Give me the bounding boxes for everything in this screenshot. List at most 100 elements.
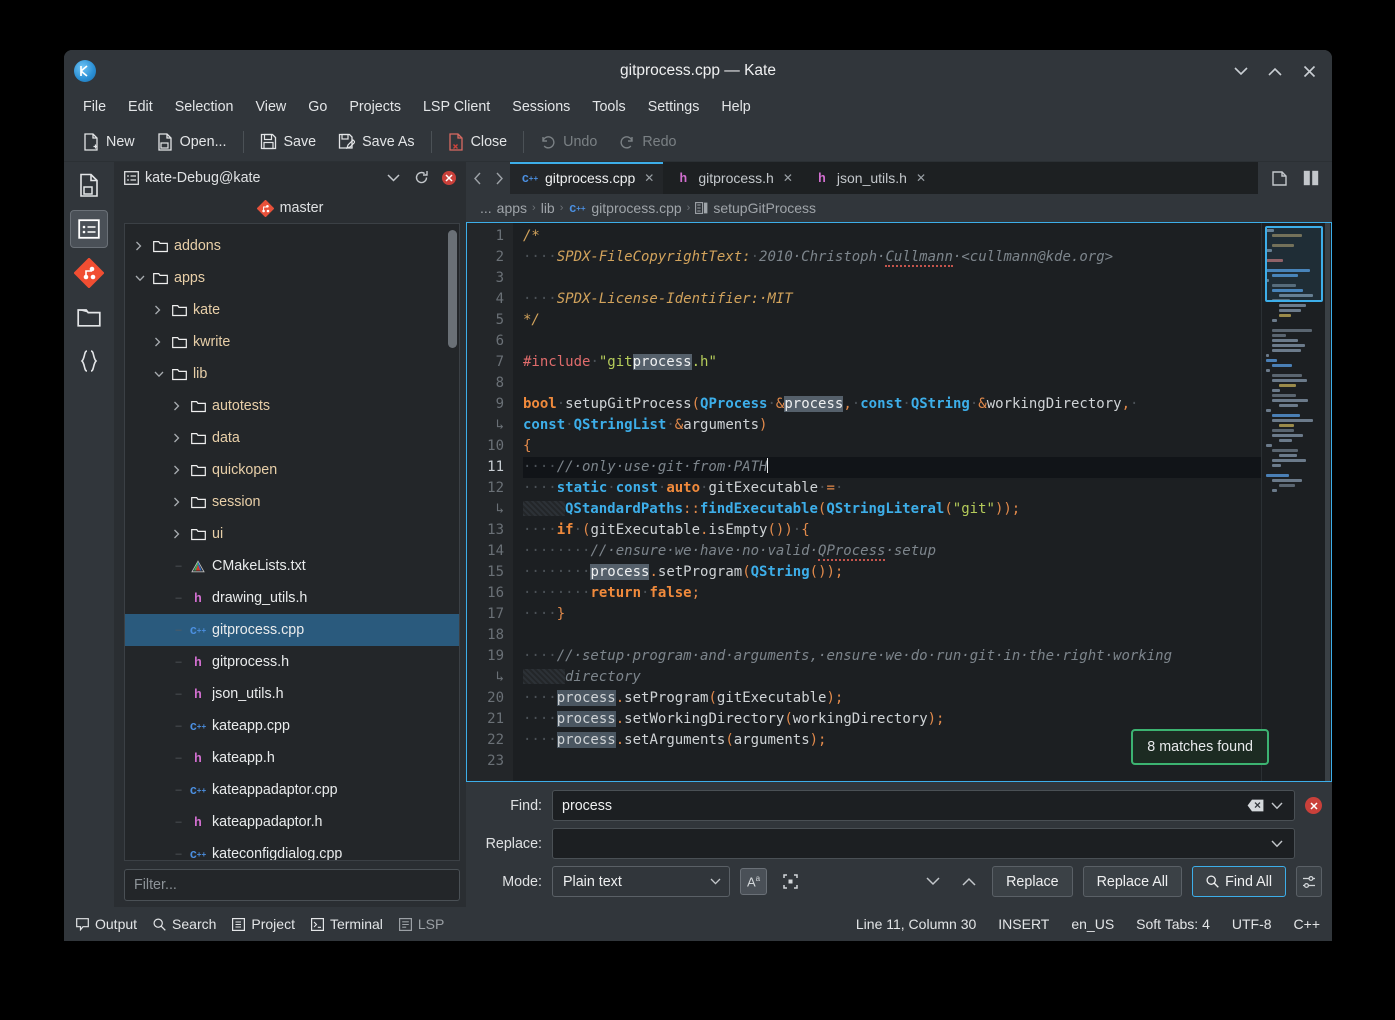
close-button[interactable] [1294,56,1324,86]
save-as-button[interactable]: Save As [327,128,425,155]
code-line[interactable]: const·QStringList·&arguments) [523,415,1261,436]
menu-lsp-client[interactable]: LSP Client [413,95,500,119]
code-line[interactable] [523,331,1261,352]
breadcrumb-item-lib[interactable]: lib [541,200,555,216]
chevron-right-icon[interactable] [173,465,184,475]
symbols-braces-icon[interactable] [70,342,108,380]
split-view-icon[interactable] [1300,167,1322,189]
new-button[interactable]: New [72,128,146,156]
tree-item-session[interactable]: session [125,486,459,518]
code-line[interactable]: ····SPDX-License-Identifier:·MIT [523,289,1261,310]
tree-item-cmakelists-txt[interactable]: – CMakeLists.txt [125,550,459,582]
tab-gitprocess-cpp[interactable]: c ++ gitprocess.cpp ✕ [510,162,664,194]
git-branch-row[interactable]: master [114,194,466,224]
tree-item-data[interactable]: data [125,422,459,454]
breadcrumb-item-apps[interactable]: apps [497,200,527,216]
code-line[interactable]: #include·"gitprocess.h" [523,352,1261,373]
menu-selection[interactable]: Selection [165,95,244,119]
code-line[interactable]: ····SPDX-FileCopyrightText:·2010·Christo… [523,247,1261,268]
tree-item-gitprocess-h[interactable]: – h gitprocess.h [125,646,459,678]
code-line[interactable]: /* [523,226,1261,247]
project-tree[interactable]: addons apps kate kwrite lib autotests data quic… [124,223,460,862]
status-search-button[interactable]: Search [153,916,216,932]
tree-item-ui[interactable]: ui [125,518,459,550]
open-button[interactable]: Open... [146,128,238,156]
chevron-right-icon[interactable] [135,241,146,251]
tab-close-icon[interactable]: ✕ [644,171,654,185]
code-line[interactable] [523,373,1261,394]
chevron-right-icon[interactable] [488,162,510,194]
menu-projects[interactable]: Projects [339,95,411,119]
tree-item-json-utils-h[interactable]: – h json_utils.h [125,678,459,710]
replace-button[interactable]: Replace [992,866,1073,897]
code-line[interactable]: ····static·const·auto·gitExecutable·=· [523,478,1261,499]
breadcrumb-item-symbol[interactable]: setupGitProcess [713,200,816,216]
tree-item-kateappadaptor-h[interactable]: – h kateappadaptor.h [125,806,459,838]
search-in-selection-icon[interactable] [777,868,804,895]
tree-item-gitprocess-cpp[interactable]: – c ++ gitprocess.cpp [125,614,459,647]
minimize-button[interactable] [1226,56,1256,86]
chevron-right-icon[interactable] [173,497,184,507]
documents-icon[interactable] [70,166,108,204]
close-button-toolbar[interactable]: Close [437,128,519,156]
menu-view[interactable]: View [246,95,297,119]
maximize-button[interactable] [1260,56,1290,86]
chevron-right-icon[interactable] [173,401,184,411]
breadcrumb-ellipsis[interactable]: ... [480,200,492,216]
tree-item-kateappadaptor-cpp[interactable]: – c ++ kateappadaptor.cpp [125,774,459,806]
save-button[interactable]: Save [249,128,328,155]
status-output-button[interactable]: Output [76,916,137,932]
new-tab-icon[interactable] [1268,167,1290,189]
code-line[interactable]: ····process.setProgram(gitExecutable); [523,688,1261,709]
tab-gitprocess-h[interactable]: h gitprocess.h ✕ [663,162,802,194]
locale[interactable]: en_US [1071,916,1114,932]
tab-json-utils-h[interactable]: h json_utils.h ✕ [801,162,935,194]
code-line[interactable]: directory [523,667,1261,688]
tree-item-quickopen[interactable]: quickopen [125,454,459,486]
chevron-down-icon[interactable] [135,275,146,282]
code-content[interactable]: /* ····SPDX-FileCopyrightText:·2010·Chris… [513,223,1261,781]
tree-item-drawing-utils-h[interactable]: – h drawing_utils.h [125,582,459,614]
code-line[interactable]: ····if·(gitExecutable.isEmpty())·{ [523,520,1261,541]
minimap-scrollbar[interactable] [1325,223,1330,781]
replace-history-dropdown-icon[interactable] [1266,833,1288,855]
tab-close-icon[interactable]: ✕ [783,171,793,185]
undo-button[interactable]: Undo [529,129,608,155]
tree-item-kateapp-h[interactable]: – h kateapp.h [125,742,459,774]
tree-item-addons[interactable]: addons [125,230,459,262]
tree-item-autotests[interactable]: autotests [125,390,459,422]
project-dropdown-icon[interactable] [382,167,404,189]
git-icon[interactable] [70,254,108,292]
clear-text-icon[interactable] [1244,795,1266,817]
status-lsp-button[interactable]: LSP [398,916,444,932]
insert-mode[interactable]: INSERT [998,916,1049,932]
find-input[interactable]: process [552,790,1295,821]
chevron-right-icon[interactable] [173,529,184,539]
mode-select[interactable]: Plain text [552,866,730,897]
encoding[interactable]: UTF-8 [1232,916,1272,932]
find-all-button[interactable]: Find All [1192,866,1286,897]
cursor-position[interactable]: Line 11, Column 30 [856,916,976,932]
find-next-icon[interactable] [920,871,946,893]
redo-button[interactable]: Redo [608,129,687,155]
replace-all-button[interactable]: Replace All [1082,866,1183,897]
find-options-icon[interactable] [1296,866,1322,897]
tree-item-kateapp-cpp[interactable]: – c ++ kateapp.cpp [125,710,459,742]
code-line[interactable] [523,625,1261,646]
status-project-button[interactable]: Project [232,916,295,932]
code-line[interactable]: ········process.setProgram(QString()); [523,562,1261,583]
menu-help[interactable]: Help [711,95,760,119]
tree-scrollbar[interactable] [448,230,457,349]
menu-settings[interactable]: Settings [638,95,710,119]
code-line[interactable]: */ [523,310,1261,331]
find-previous-icon[interactable] [956,871,982,893]
match-case-icon[interactable]: Aa [740,868,767,895]
tree-item-lib[interactable]: lib [125,358,459,390]
project-list-icon[interactable] [70,210,108,248]
minimap-viewport[interactable] [1265,226,1323,302]
chevron-right-icon[interactable] [154,337,165,347]
tree-item-kwrite[interactable]: kwrite [125,326,459,358]
chevron-right-icon[interactable] [154,305,165,315]
menu-go[interactable]: Go [298,95,337,119]
code-line[interactable]: { [523,436,1261,457]
